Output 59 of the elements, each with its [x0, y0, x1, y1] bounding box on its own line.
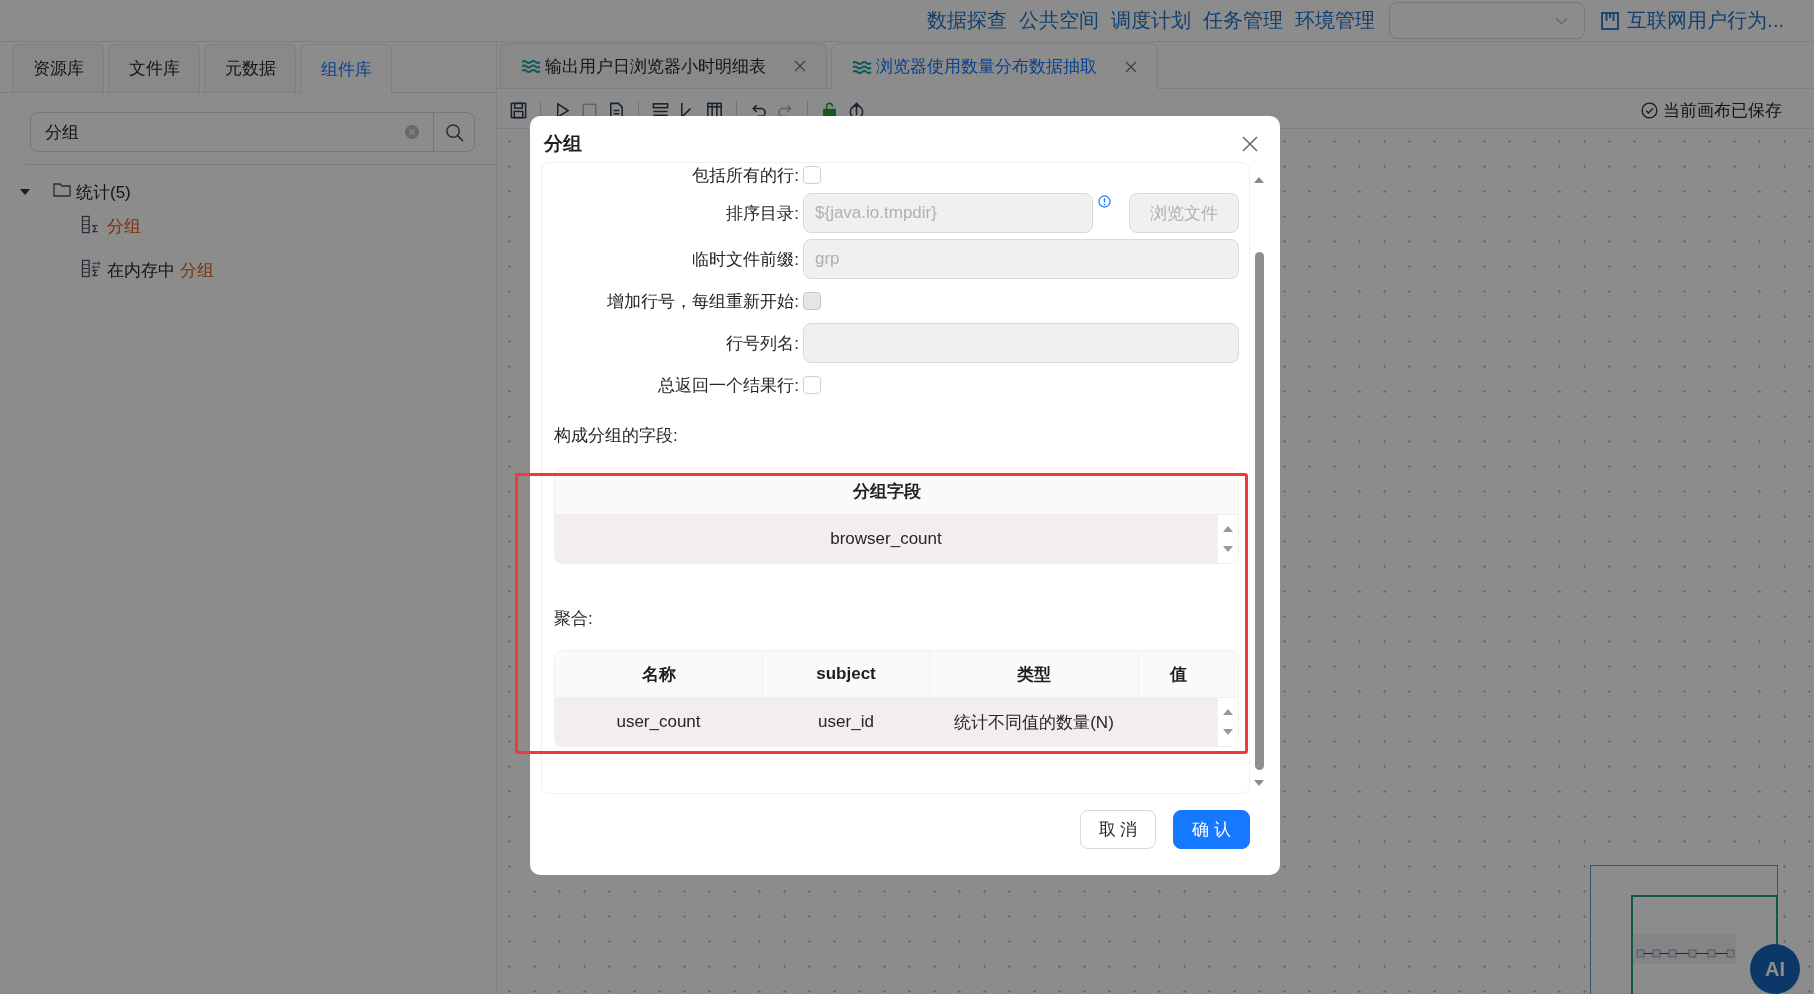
field-label: 排序目录: — [725, 202, 799, 225]
panel-tab[interactable]: 元数据 — [204, 44, 296, 92]
close-icon[interactable] — [1125, 60, 1137, 73]
save-status: 当前画布已保存 — [1663, 100, 1782, 122]
field-label: 总返回一个结果行: — [657, 374, 799, 397]
folder-icon — [53, 182, 71, 197]
scroll-down-icon[interactable] — [1223, 546, 1233, 552]
cancel-button[interactable]: 取 消 — [1079, 810, 1157, 849]
chevron-down-icon — [1555, 16, 1569, 25]
ai-button[interactable]: AI — [1750, 944, 1800, 994]
search-field[interactable]: 分组 — [30, 112, 434, 152]
scroll-up-icon[interactable] — [1223, 709, 1233, 715]
nav-link[interactable]: 数据探查 — [927, 7, 1008, 34]
column-header: 值 — [1169, 663, 1188, 686]
checkbox[interactable] — [803, 376, 821, 394]
info-icon — [1098, 195, 1111, 208]
scroll-down-icon[interactable] — [1223, 729, 1233, 735]
table-cell: user_id — [763, 698, 930, 746]
tree-item[interactable]: 分组 — [107, 214, 141, 238]
editor-tab[interactable]: 输出用户日浏览器小时明细表 — [500, 43, 827, 88]
field-label: 行号列名: — [725, 332, 799, 355]
confirm-button[interactable]: 确 认 — [1173, 810, 1250, 849]
field-label: 增加行号，每组重新开始: — [606, 290, 799, 313]
table-row[interactable]: user_count user_id 统计不同值的数量(N) — [555, 697, 1238, 746]
editor-tab[interactable]: 浏览器使用数量分布数据抽取 — [831, 43, 1158, 89]
field-label: 包括所有的行: — [691, 164, 799, 187]
search-button[interactable] — [434, 112, 475, 152]
section-label: 构成分组的字段: — [554, 425, 679, 447]
nav-link[interactable]: 公共空间 — [1019, 7, 1100, 34]
table-sum-arrows-icon — [81, 258, 102, 278]
scroll-up-icon[interactable] — [1223, 526, 1233, 532]
close-icon[interactable] — [1242, 136, 1258, 152]
nav-link[interactable]: 环境管理 — [1295, 7, 1376, 34]
scrollbar-thumb[interactable] — [1254, 252, 1264, 770]
nav-link[interactable]: 任务管理 — [1203, 7, 1284, 34]
section-label: 聚合: — [554, 608, 594, 630]
scroll-down-icon[interactable] — [1254, 780, 1264, 786]
scroll-up-icon[interactable] — [1254, 177, 1264, 183]
board-icon — [1601, 11, 1620, 30]
field-label: 临时文件前缀: — [691, 248, 799, 271]
column-header: 分组字段 — [851, 480, 922, 503]
dialog-title: 分组 — [544, 132, 582, 156]
wave-icon — [852, 59, 872, 74]
close-icon[interactable] — [794, 60, 806, 72]
nav-link[interactable]: 调度计划 — [1111, 7, 1192, 34]
table-cell: user_count — [555, 698, 763, 746]
tree-folder[interactable]: 统计(5) — [76, 180, 131, 204]
table-cell: 统计不同值的数量(N) — [930, 698, 1139, 746]
save-icon[interactable] — [509, 101, 528, 120]
tree-item[interactable]: 在内存中 分组 — [107, 258, 214, 282]
caret-icon[interactable] — [20, 189, 30, 195]
panel-tab[interactable]: 资源库 — [12, 44, 104, 92]
checkbox[interactable] — [803, 166, 821, 184]
check-circle-icon — [1641, 102, 1658, 119]
panel-tab[interactable]: 组件库 — [300, 44, 392, 93]
panel-tab[interactable]: 文件库 — [108, 44, 200, 92]
search-icon — [444, 122, 464, 142]
project-link[interactable]: 互联网用户行为... — [1601, 7, 1784, 34]
wave-icon — [521, 59, 541, 73]
